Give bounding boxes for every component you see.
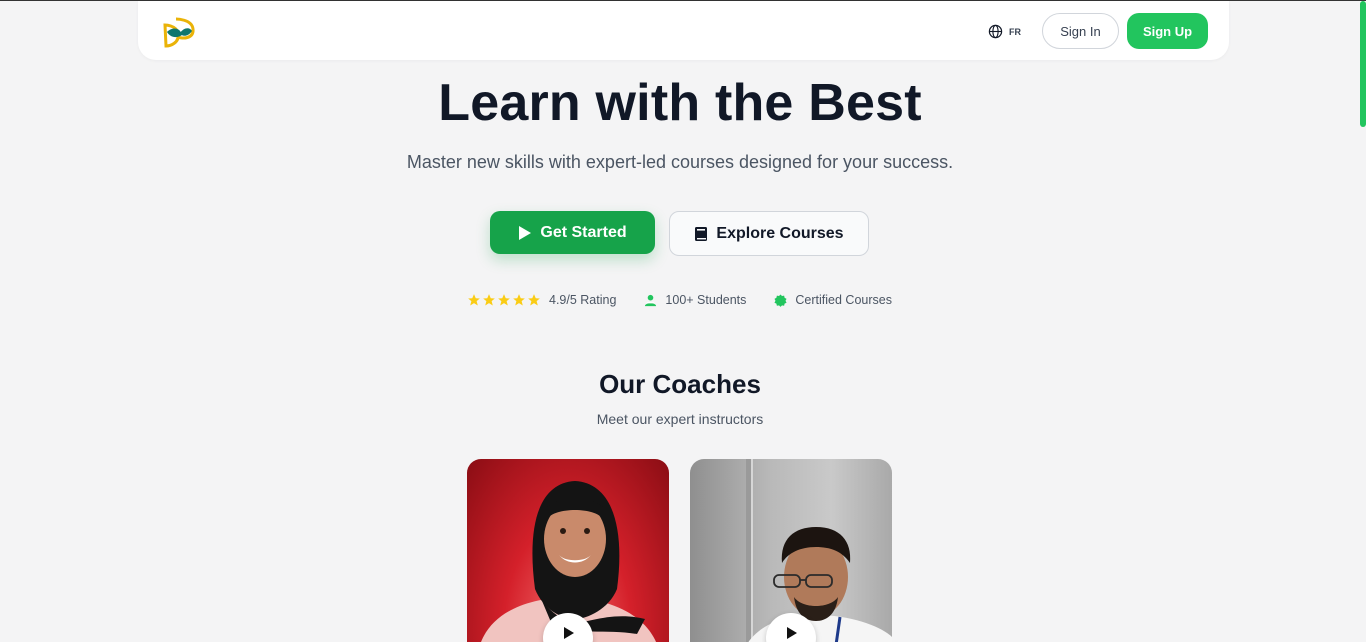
certified-label: Certified Courses [795, 293, 892, 307]
explore-courses-label: Explore Courses [716, 224, 844, 242]
star-icon [468, 294, 480, 306]
coaches-subtitle: Meet our expert instructors [596, 411, 764, 427]
star-icon [483, 294, 495, 306]
rating-stars [467, 293, 541, 307]
play-icon [564, 627, 574, 639]
explore-courses-button[interactable]: Explore Courses [669, 211, 869, 256]
coach-card-1[interactable] [467, 459, 669, 642]
certificate-icon [774, 293, 787, 307]
star-icon [513, 294, 525, 306]
top-navbar: FR Sign In Sign Up [138, 1, 1229, 60]
brand-logo[interactable] [162, 15, 196, 49]
sign-in-button[interactable]: Sign In [1042, 13, 1119, 49]
book-icon [695, 226, 708, 241]
rating-label: 4.9/5 Rating [549, 293, 617, 307]
students-stat: 100+ Students [644, 293, 746, 307]
get-started-label: Get Started [540, 223, 627, 241]
students-label: 100+ Students [665, 293, 747, 307]
stats-row: 4.9/5 Rating 100+ Students Certified Cou… [467, 293, 892, 307]
rating-stat: 4.9/5 Rating [467, 293, 616, 307]
star-icon [528, 294, 540, 306]
brand-logo-icon [163, 17, 195, 48]
coaches-title: Our Coaches [599, 369, 761, 399]
hero-title: Learn with the Best [438, 74, 922, 132]
page-scrollbar[interactable] [1360, 1, 1366, 127]
certified-stat: Certified Courses [774, 293, 892, 307]
play-icon [519, 225, 532, 240]
language-switcher[interactable]: FR [988, 24, 1021, 39]
language-code: FR [1009, 26, 1021, 37]
star-icon [498, 294, 510, 306]
student-icon [645, 294, 657, 306]
play-icon [787, 627, 797, 639]
globe-icon [988, 24, 1003, 39]
hero-subtitle: Master new skills with expert-led course… [406, 152, 954, 172]
coach-card-2[interactable] [690, 459, 892, 642]
get-started-button[interactable]: Get Started [490, 211, 655, 254]
sign-up-button[interactable]: Sign Up [1127, 13, 1208, 49]
